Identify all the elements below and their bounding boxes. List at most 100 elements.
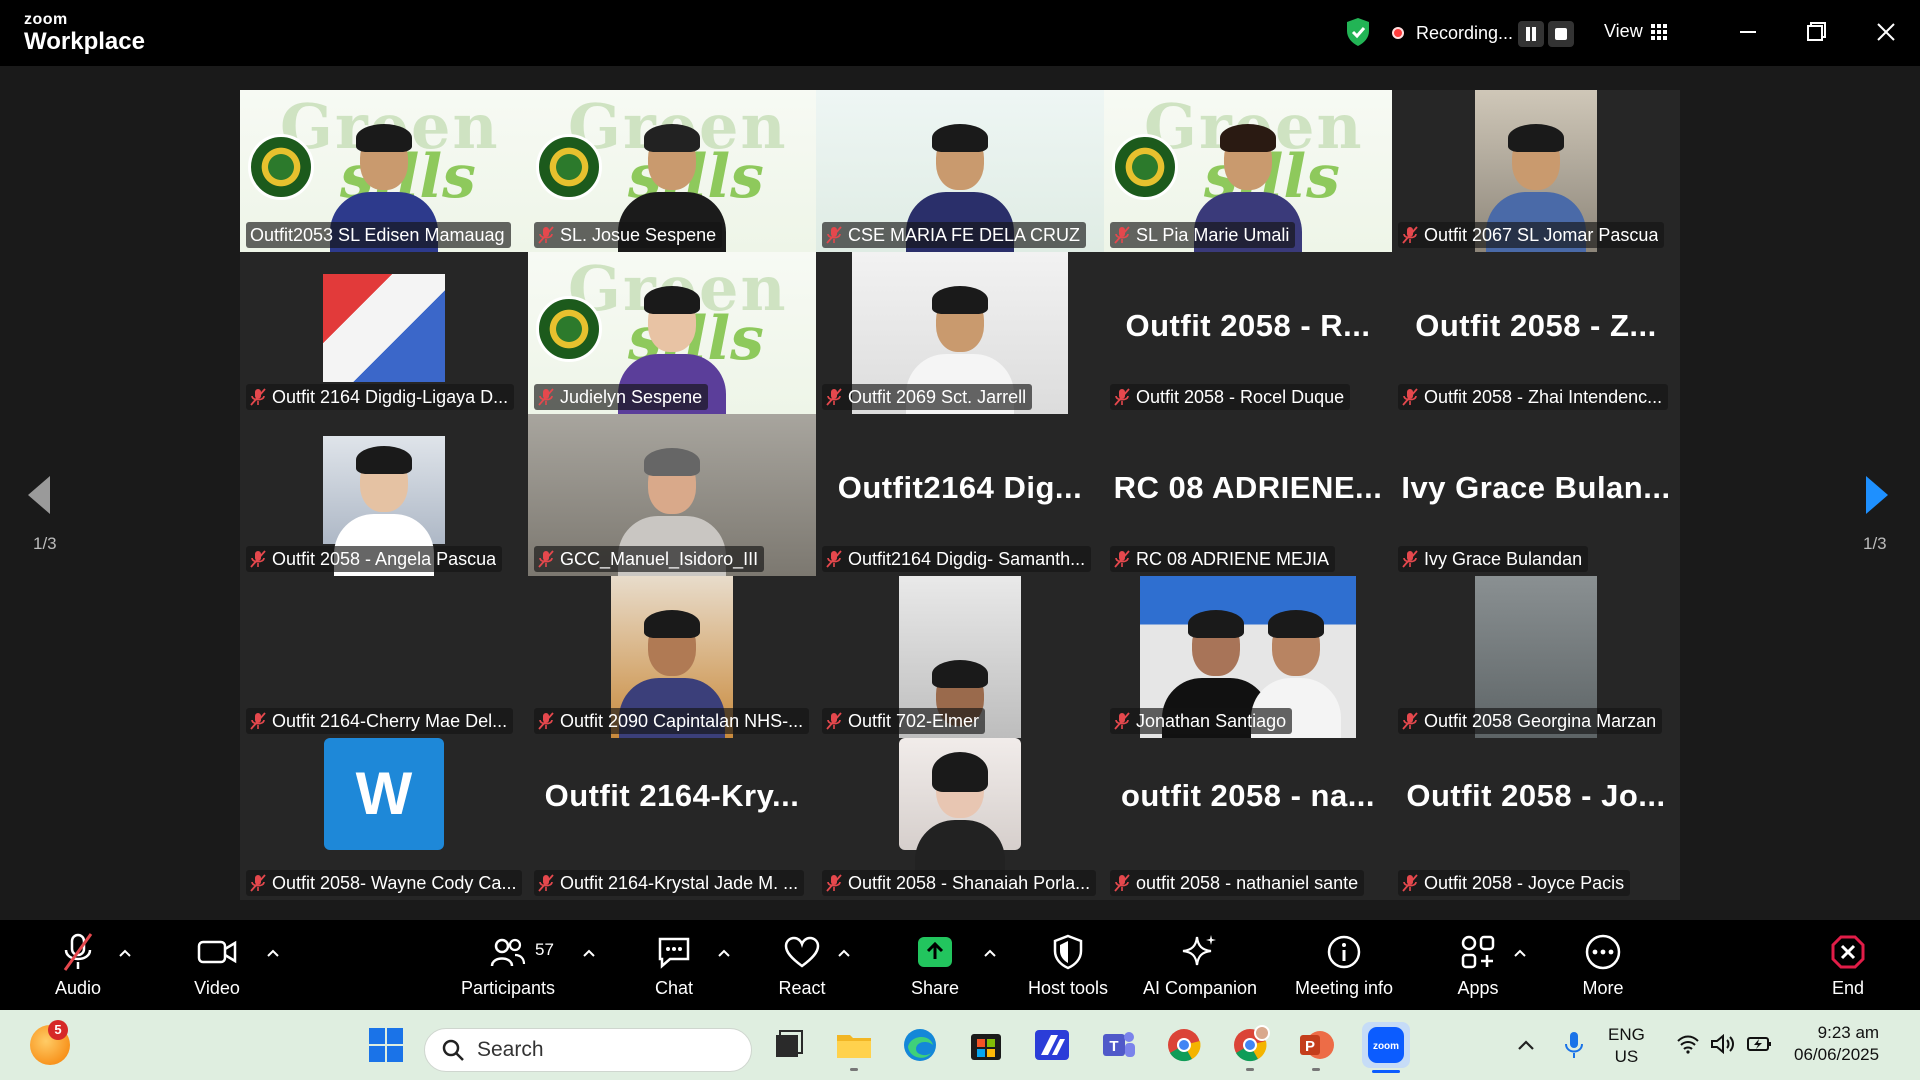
more-button[interactable]: More — [1533, 932, 1673, 999]
zoom-app-button[interactable]: zoom — [1362, 1022, 1410, 1068]
windows-taskbar: 5 Search T P zoom ENG US 9:23 am 06/06/2… — [0, 1010, 1920, 1080]
muted-mic-icon — [1114, 712, 1130, 730]
encryption-shield-icon[interactable] — [1345, 17, 1371, 47]
minimize-icon[interactable] — [1728, 14, 1768, 50]
meeting-info-label: Meeting info — [1294, 978, 1394, 998]
svg-text:T: T — [1109, 1038, 1118, 1055]
participant-name-label: Outfit 2058 - Joyce Pacis — [1398, 870, 1631, 896]
stop-recording-button[interactable] — [1548, 21, 1574, 47]
video-options-chevron-icon[interactable] — [266, 946, 280, 960]
end-meeting-button[interactable]: End — [1778, 932, 1918, 999]
participant-tile[interactable]: Outfit 2164 Digdig-Ligaya D... — [240, 252, 528, 414]
apps-button[interactable]: Apps — [1408, 932, 1548, 999]
muted-mic-icon — [826, 550, 842, 568]
share-options-chevron-icon[interactable] — [983, 946, 997, 960]
volume-icon[interactable] — [1710, 1034, 1736, 1054]
participant-tile[interactable]: CSE MARIA FE DELA CRUZ — [816, 90, 1104, 252]
muted-mic-icon — [1402, 226, 1418, 244]
participant-tile[interactable]: Outfit 2058 - Shanaiah Porla... — [816, 738, 1104, 900]
wifi-icon[interactable] — [1676, 1034, 1700, 1054]
ai-companion-button[interactable]: AI Companion — [1130, 932, 1270, 999]
audio-button[interactable]: Audio — [8, 932, 148, 999]
battery-charging-icon[interactable] — [1746, 1034, 1772, 1054]
show-hidden-icons-chevron-icon[interactable] — [1516, 1038, 1536, 1052]
participant-tile[interactable]: Outfit 2069 Sct. Jarrell — [816, 252, 1104, 414]
participant-tile[interactable]: Outfit 2058 - Angela Pascua — [240, 414, 528, 576]
file-explorer-icon[interactable] — [834, 1025, 874, 1065]
muted-mic-icon — [250, 388, 266, 406]
powerpoint-icon[interactable]: P — [1296, 1025, 1336, 1065]
restore-window-icon[interactable] — [1796, 14, 1836, 50]
close-window-icon[interactable] — [1866, 14, 1906, 50]
video-gallery: Green sills Outfit2053 SL Edisen Mamauag… — [240, 90, 1680, 900]
muted-mic-icon — [826, 712, 842, 730]
microphone-icon[interactable] — [1564, 1030, 1584, 1060]
participant-tile[interactable]: Outfit 2164-Cherry Mae Del... — [240, 576, 528, 738]
participant-tile[interactable]: W Outfit 2058- Wayne Cody Ca... — [240, 738, 528, 900]
task-view-icon[interactable] — [768, 1025, 808, 1065]
chrome-profile-icon[interactable] — [1230, 1025, 1270, 1065]
participant-name-label: Outfit 2164-Krystal Jade M. ... — [534, 870, 805, 896]
audio-options-chevron-icon[interactable] — [118, 946, 132, 960]
react-button[interactable]: React — [732, 932, 872, 999]
participant-tile[interactable]: outfit 2058 - na... outfit 2058 - nathan… — [1104, 738, 1392, 900]
participant-tile[interactable]: Ivy Grace Bulan... Ivy Grace Bulandan — [1392, 414, 1680, 576]
participant-tile[interactable]: Green sills Judielyn Sespene — [528, 252, 816, 414]
participant-display-name: Outfit 2058 - Jo... — [1406, 778, 1666, 813]
participant-tile[interactable]: Green sills SL Pia Marie Umali — [1104, 90, 1392, 252]
participant-tile[interactable]: Outfit 2058 - Z... Outfit 2058 - Zhai In… — [1392, 252, 1680, 414]
microsoft-store-icon[interactable] — [966, 1025, 1006, 1065]
svg-text:P: P — [1305, 1038, 1315, 1055]
participant-tile[interactable]: Outfit 2164-Kry... Outfit 2164-Krystal J… — [528, 738, 816, 900]
meeting-info-button[interactable]: Meeting info — [1274, 932, 1414, 999]
recording-label: Recording... — [1416, 23, 1514, 43]
clock[interactable]: 9:23 am 06/06/2025 — [1794, 1022, 1879, 1066]
chrome-icon[interactable] — [1164, 1025, 1204, 1065]
participant-tile[interactable]: Green sills Outfit2053 SL Edisen Mamauag — [240, 90, 528, 252]
edge-browser-icon[interactable] — [900, 1025, 940, 1065]
teams-icon[interactable]: T — [1098, 1025, 1138, 1065]
apps-options-chevron-icon[interactable] — [1513, 946, 1527, 960]
participant-tile[interactable]: Jonathan Santiago — [1104, 576, 1392, 738]
participant-tile[interactable]: Outfit 2058 Georgina Marzan — [1392, 576, 1680, 738]
next-page-icon[interactable] — [1864, 474, 1890, 516]
participant-tile[interactable]: Outfit 2058 - Jo... Outfit 2058 - Joyce … — [1392, 738, 1680, 900]
participant-tile[interactable]: Outfit 2067 SL Jomar Pascua — [1392, 90, 1680, 252]
participant-name-label: Outfit 2058 - Zhai Intendenc... — [1398, 384, 1669, 410]
participants-options-chevron-icon[interactable] — [582, 946, 596, 960]
participant-name-label: Ivy Grace Bulandan — [1398, 546, 1589, 572]
participant-tile[interactable]: Outfit2164 Dig... Outfit2164 Digdig- Sam… — [816, 414, 1104, 576]
participant-tile[interactable]: RC 08 ADRIENE... RC 08 ADRIENE MEJIA — [1104, 414, 1392, 576]
muted-mic-icon — [1402, 550, 1418, 568]
pause-recording-button[interactable] — [1518, 21, 1544, 47]
host-tools-button[interactable]: Host tools — [998, 932, 1138, 999]
participants-button[interactable]: Participants — [438, 932, 578, 999]
participant-name-label: outfit 2058 - nathaniel sante — [1110, 870, 1365, 896]
previous-page-icon[interactable] — [26, 474, 52, 516]
participant-name-label: Outfit 2058 - Shanaiah Porla... — [822, 870, 1097, 896]
taskbar-search-input[interactable]: Search — [424, 1028, 752, 1072]
chat-options-chevron-icon[interactable] — [717, 946, 731, 960]
view-button[interactable]: View — [1604, 21, 1667, 42]
participant-name-label: Outfit2164 Digdig- Samanth... — [822, 546, 1092, 572]
participant-display-name: Outfit 2058 - R... — [1125, 308, 1371, 343]
powerautomate-icon[interactable] — [1032, 1025, 1072, 1065]
chat-label: Chat — [654, 978, 694, 998]
language-indicator[interactable]: ENG US — [1608, 1024, 1645, 1068]
brand-large: Workplace — [24, 28, 145, 55]
participant-display-name: Outfit 2058 - Z... — [1415, 308, 1657, 343]
react-options-chevron-icon[interactable] — [837, 946, 851, 960]
title-bar: zoom Workplace Recording... View — [0, 0, 1920, 66]
share-button[interactable]: Share — [865, 932, 1005, 999]
video-button[interactable]: Video — [147, 932, 287, 999]
heart-icon — [784, 936, 820, 968]
participant-tile[interactable]: Outfit 702-Elmer — [816, 576, 1104, 738]
participant-tile[interactable]: Green sills SL. Josue Sespene — [528, 90, 816, 252]
participant-tile[interactable]: Outfit 2058 - R... Outfit 2058 - Rocel D… — [1104, 252, 1392, 414]
windows-start-icon[interactable] — [366, 1025, 406, 1065]
muted-mic-icon — [1114, 226, 1130, 244]
profile-picture — [899, 738, 1021, 890]
chat-button[interactable]: Chat — [604, 932, 744, 999]
participant-tile[interactable]: Outfit 2090 Capintalan NHS-... — [528, 576, 816, 738]
participant-tile[interactable]: GCC_Manuel_Isidoro_III — [528, 414, 816, 576]
